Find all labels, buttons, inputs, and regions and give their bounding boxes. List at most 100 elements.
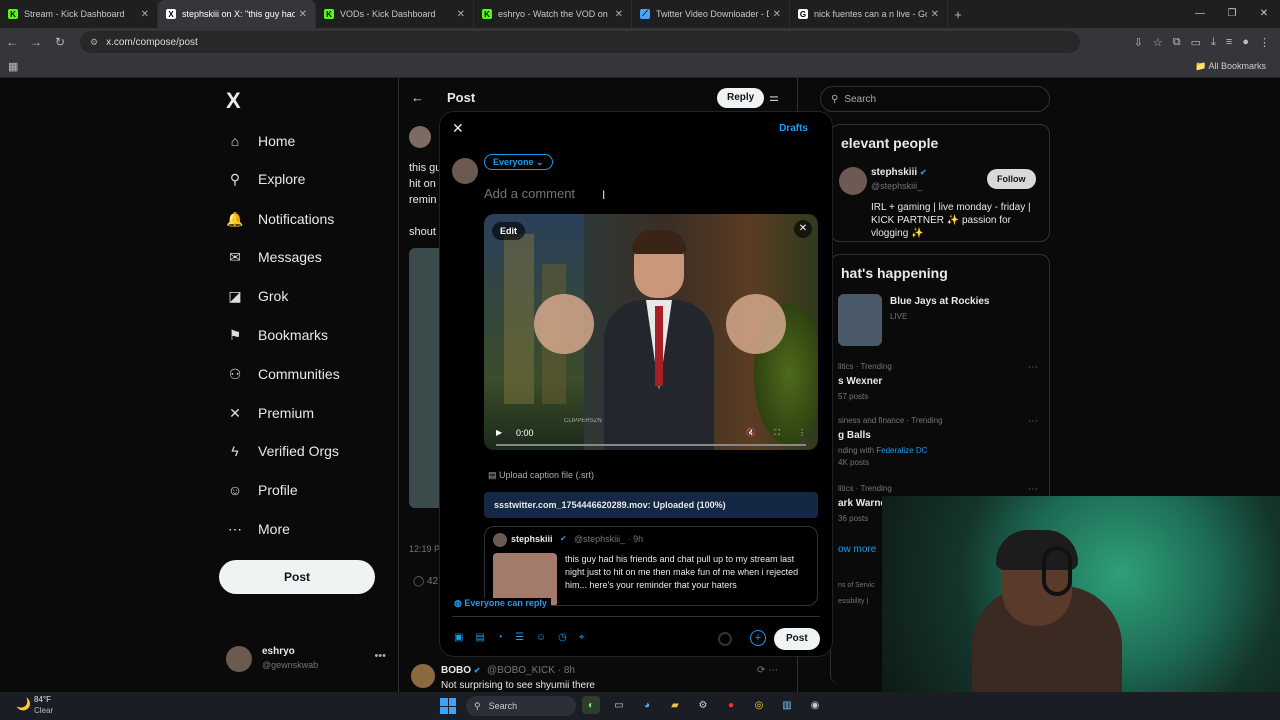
- sidebar-item-messages[interactable]: ✉ Messages: [226, 242, 322, 272]
- post-button[interactable]: Post: [774, 628, 820, 650]
- mute-icon[interactable]: 🔇: [746, 428, 756, 438]
- media-icon[interactable]: ≡: [1226, 36, 1232, 48]
- browser-tab[interactable]: K Stream - Kick Dashboard ✕: [0, 0, 158, 28]
- more-icon[interactable]: ⋯: [1028, 362, 1038, 373]
- image-icon[interactable]: ▣: [454, 632, 463, 643]
- more-icon[interactable]: ⟳ ⋯: [757, 665, 778, 676]
- file-explorer-icon[interactable]: ▰: [666, 696, 684, 714]
- sidebar-item-explore[interactable]: ⚲ Explore: [226, 164, 306, 194]
- edit-media-button[interactable]: Edit: [492, 222, 525, 240]
- remove-media-icon[interactable]: ✕: [794, 220, 812, 238]
- new-tab-button[interactable]: +: [948, 7, 968, 22]
- close-tab-icon[interactable]: ✕: [931, 9, 939, 20]
- filter-icon[interactable]: ⚌: [769, 91, 779, 104]
- trend-name[interactable]: g Balls: [838, 430, 871, 441]
- avatar[interactable]: [411, 664, 435, 688]
- video-attachment[interactable]: Edit ✕ CLIPPERSZN ▶ 0:00 🔇 ⛶ ⋮: [484, 214, 818, 450]
- trend-name[interactable]: ark Warne: [838, 498, 886, 509]
- minimize-icon[interactable]: —: [1184, 0, 1216, 28]
- schedule-icon[interactable]: ◷: [558, 632, 567, 643]
- trend-image[interactable]: [838, 294, 882, 346]
- reply-author-name[interactable]: BOBO ✔: [441, 665, 480, 676]
- reply-button[interactable]: Reply: [717, 88, 765, 108]
- add-post-icon[interactable]: +: [750, 630, 766, 646]
- upload-caption-button[interactable]: ▤ Upload caption file (.srt): [488, 470, 594, 481]
- restore-icon[interactable]: ❐: [1216, 0, 1248, 28]
- trend-name[interactable]: s Wexner: [838, 376, 882, 387]
- site-info-icon[interactable]: ⚙: [90, 37, 98, 48]
- trend-context-link[interactable]: Federalize DC: [876, 446, 927, 455]
- back-icon[interactable]: ←: [0, 35, 24, 49]
- sidebar-item-premium[interactable]: ✕ Premium: [226, 398, 314, 428]
- url-input[interactable]: ⚙ x.com/compose/post: [80, 31, 1080, 53]
- sidebar-post-button[interactable]: Post: [219, 560, 375, 594]
- browser-tab[interactable]: Xstephskiii on X: "this guy had h ✕: [158, 0, 316, 28]
- browser-tab[interactable]: K VODs - Kick Dashboard ✕: [316, 0, 474, 28]
- menu-icon[interactable]: ⋮: [1259, 36, 1270, 49]
- search-input[interactable]: ⚲ Search: [820, 86, 1050, 112]
- drafts-button[interactable]: Drafts: [779, 123, 808, 134]
- reply-settings-button[interactable]: ◍ Everyone can reply: [454, 598, 551, 609]
- sidebar-item-more[interactable]: ⋯ More: [226, 514, 290, 544]
- windows-start-icon[interactable]: [440, 698, 456, 714]
- sidebar-item-home[interactable]: ⌂ Home: [226, 126, 296, 156]
- fullscreen-icon[interactable]: ⛶: [774, 428, 780, 438]
- sidebar-item-profile[interactable]: ☺ Profile: [226, 475, 298, 505]
- notepad-icon[interactable]: ▥: [778, 696, 796, 714]
- sidebar-item-communities[interactable]: ⚇ Communities: [226, 359, 340, 389]
- sidebar-item-verified-orgs[interactable]: ϟ Verified Orgs: [226, 436, 339, 466]
- download-icon[interactable]: ⤓: [1211, 36, 1216, 49]
- comment-input[interactable]: Add a comment: [484, 186, 575, 201]
- install-icon[interactable]: ⇩: [1134, 36, 1143, 49]
- browser-tab[interactable]: Keshryo - Watch the VOD on Ki ✕: [474, 0, 632, 28]
- grok-icon[interactable]: ◔: [497, 632, 503, 643]
- footer-link[interactable]: ns of Servic: [838, 582, 875, 589]
- audience-selector[interactable]: Everyone ⌄: [484, 154, 553, 170]
- avatar[interactable]: [839, 167, 867, 195]
- forward-icon[interactable]: →: [24, 35, 48, 49]
- trend-name[interactable]: Blue Jays at Rockies: [890, 296, 990, 307]
- video-progress-bar[interactable]: [496, 444, 806, 446]
- x-logo-icon[interactable]: X: [226, 88, 241, 114]
- apps-icon[interactable]: ▦: [8, 60, 18, 73]
- browser-tab[interactable]: Gnick fuentes can a n live - Goo ✕: [790, 0, 948, 28]
- browser-tab[interactable]: ⟋ Twitter Video Downloader - Do ✕: [632, 0, 790, 28]
- close-tab-icon[interactable]: ✕: [457, 9, 465, 20]
- close-tab-icon[interactable]: ✕: [773, 9, 781, 20]
- close-window-icon[interactable]: ✕: [1248, 0, 1280, 28]
- emoji-icon[interactable]: ☺: [536, 632, 546, 643]
- gif-icon[interactable]: ▤: [475, 632, 484, 643]
- settings-icon[interactable]: ⚙: [694, 696, 712, 714]
- close-icon[interactable]: ✕: [452, 120, 464, 137]
- close-tab-icon[interactable]: ✕: [141, 9, 149, 20]
- all-bookmarks-button[interactable]: 📁 All Bookmarks: [1195, 61, 1266, 72]
- close-tab-icon[interactable]: ✕: [299, 9, 307, 20]
- reload-icon[interactable]: ↻: [48, 35, 72, 49]
- copilot-icon[interactable]: ◐: [582, 696, 600, 714]
- follow-button[interactable]: Follow: [987, 169, 1036, 189]
- star-icon[interactable]: ☆: [1153, 36, 1163, 49]
- obs-icon[interactable]: ◉: [806, 696, 824, 714]
- record-icon[interactable]: ●: [722, 696, 740, 714]
- taskbar-search[interactable]: ⚲ Search: [466, 696, 576, 716]
- sidebar-item-bookmarks[interactable]: ⚑ Bookmarks: [226, 320, 328, 350]
- sidepanel-icon[interactable]: ▭: [1191, 36, 1201, 49]
- sidebar-item-grok[interactable]: ◪ Grok: [226, 281, 288, 311]
- sidebar-item-notifications[interactable]: 🔔 Notifications: [226, 204, 334, 234]
- task-view-icon[interactable]: ▭: [610, 696, 628, 714]
- show-more-link[interactable]: ow more: [838, 544, 876, 555]
- weather-icon[interactable]: 🌙: [16, 697, 31, 711]
- back-arrow-icon[interactable]: ←: [411, 90, 424, 105]
- profile-icon[interactable]: ●: [1242, 36, 1249, 48]
- poll-icon[interactable]: ☰: [515, 632, 524, 643]
- edge-icon[interactable]: ◕: [638, 696, 656, 714]
- more-icon[interactable]: ⋯: [1028, 416, 1038, 427]
- chrome-icon[interactable]: ◎: [750, 696, 768, 714]
- more-icon[interactable]: ⋯: [1028, 484, 1038, 495]
- more-icon[interactable]: ⋮: [798, 428, 806, 438]
- account-switcher[interactable]: eshryo @gewnskwab •••: [226, 644, 386, 674]
- more-icon[interactable]: •••: [374, 650, 386, 662]
- close-tab-icon[interactable]: ✕: [615, 9, 623, 20]
- play-icon[interactable]: ▶: [496, 428, 502, 437]
- location-icon[interactable]: ⌖: [579, 632, 585, 643]
